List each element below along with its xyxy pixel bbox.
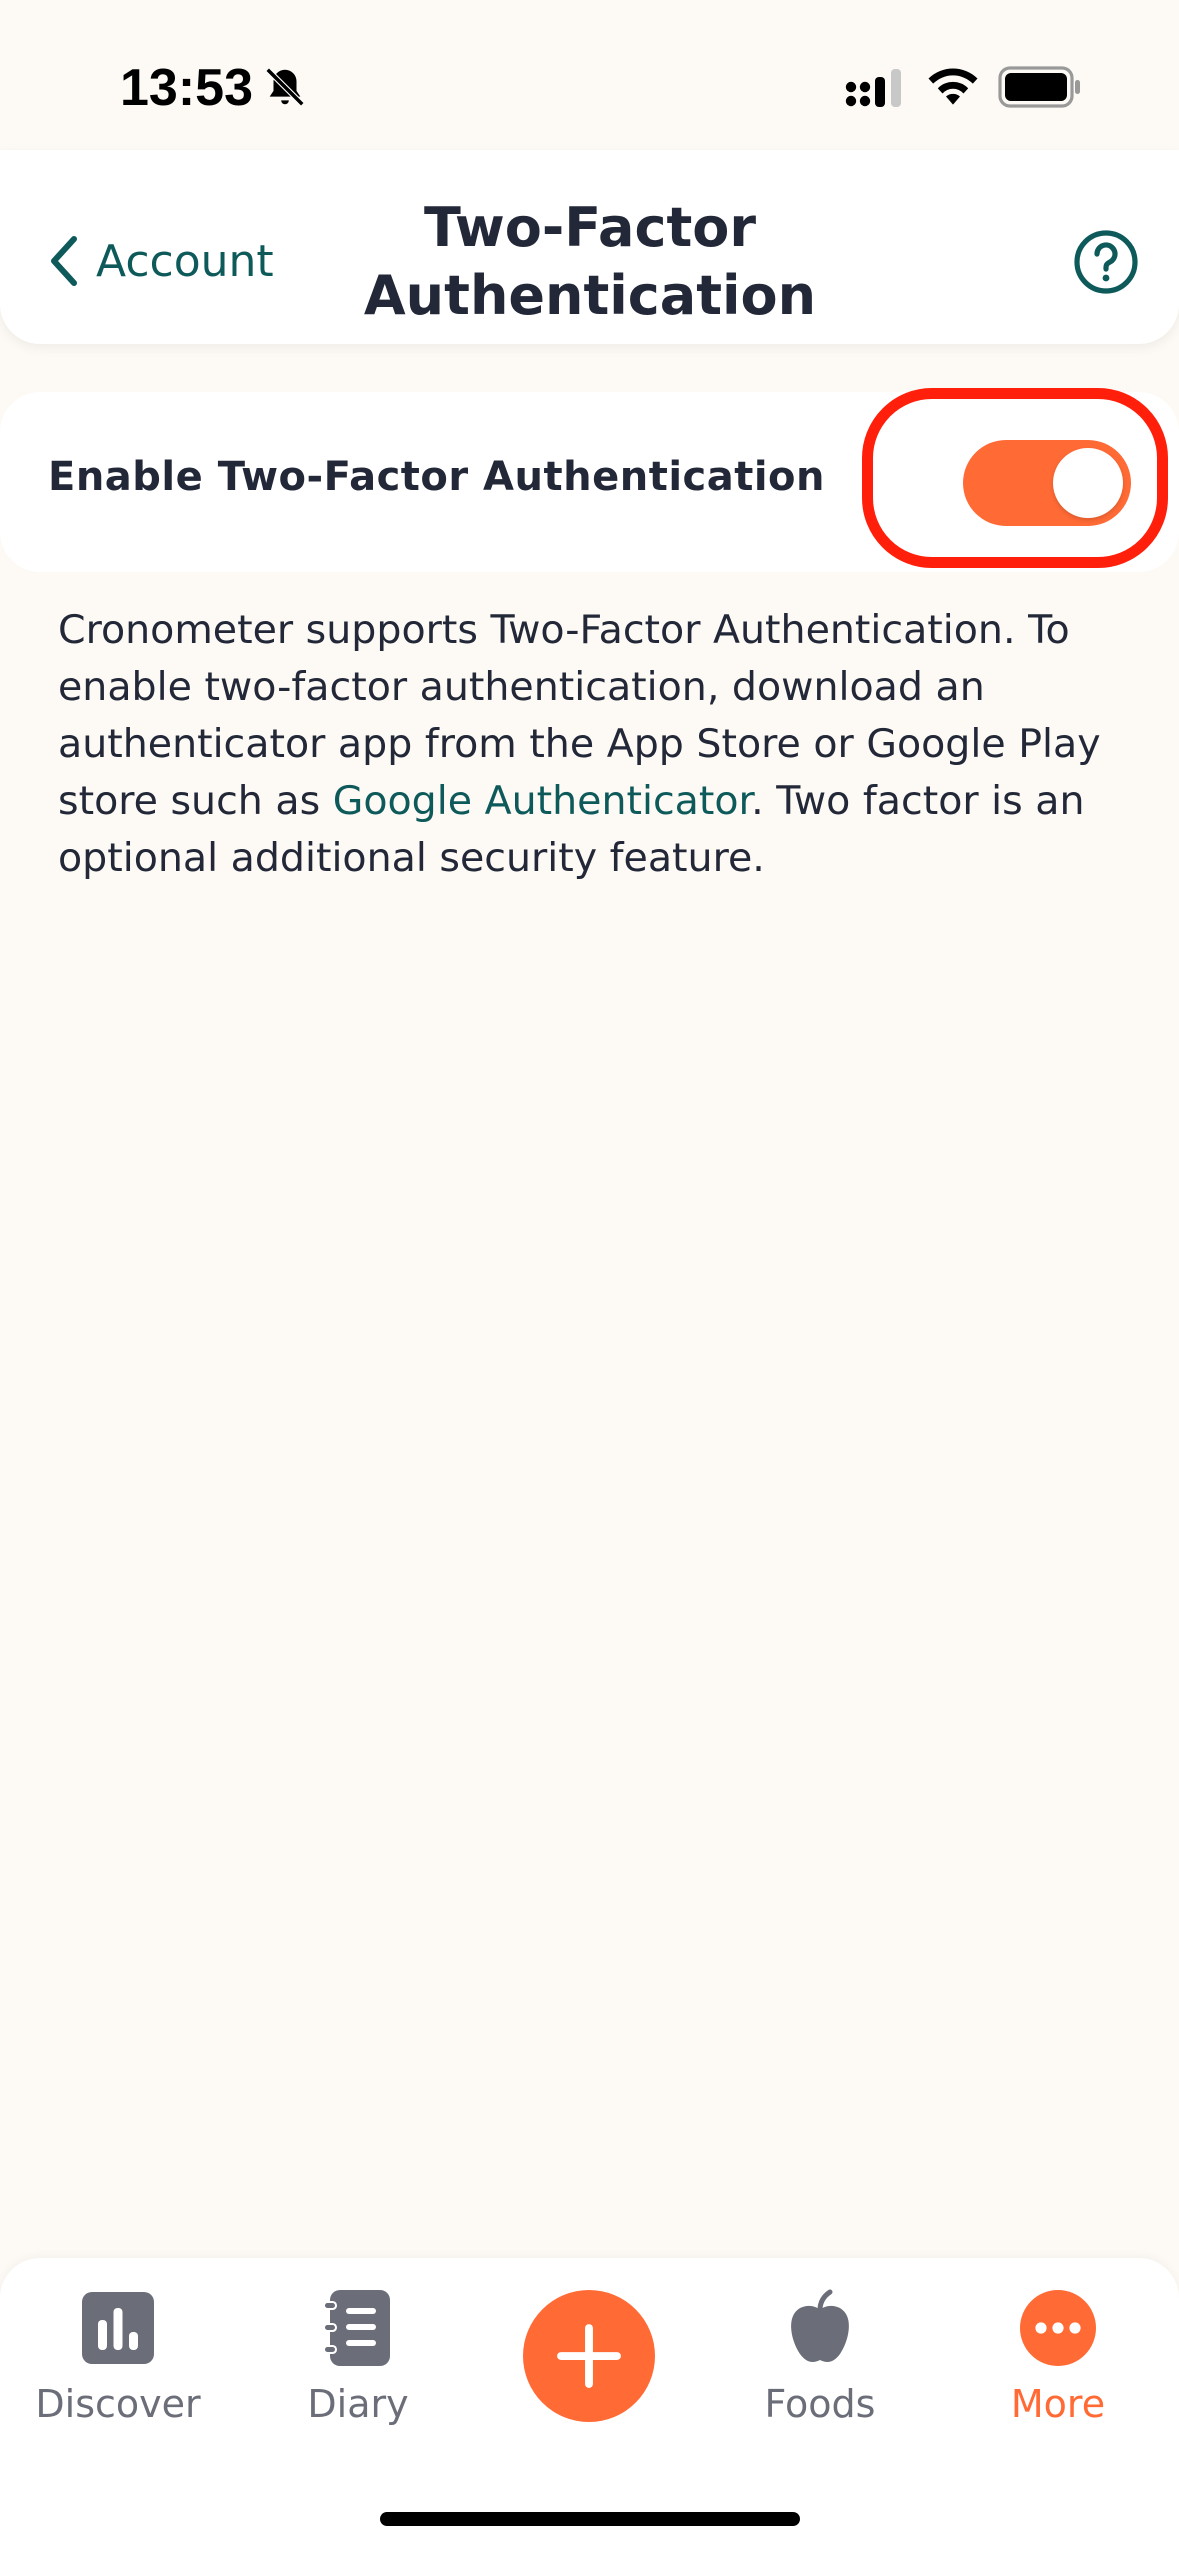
two-factor-setting-row: Enable Two-Factor Authentication bbox=[0, 388, 1179, 572]
question-circle-icon[interactable] bbox=[1072, 228, 1140, 296]
toggle-knob bbox=[1053, 448, 1123, 518]
chevron-left-icon bbox=[51, 236, 77, 286]
nav-more[interactable]: More bbox=[958, 2258, 1158, 2426]
signal-icon bbox=[845, 69, 901, 107]
navigation-header: Account Two-Factor Authentication bbox=[0, 150, 1179, 344]
home-indicator bbox=[380, 2512, 800, 2526]
nav-diary[interactable]: Diary bbox=[258, 2258, 458, 2426]
wifi-icon bbox=[928, 68, 978, 105]
bell-slash-icon bbox=[265, 67, 305, 107]
nav-foods[interactable]: Foods bbox=[720, 2258, 920, 2426]
more-dots-icon bbox=[1020, 2290, 1096, 2366]
back-label: Account bbox=[96, 235, 274, 287]
nav-label-more: More bbox=[1010, 2382, 1106, 2426]
google-authenticator-link[interactable]: Google Authenticator bbox=[333, 778, 751, 824]
nav-label-diary: Diary bbox=[307, 2382, 409, 2426]
apple-icon bbox=[791, 2289, 849, 2362]
status-time: 13:53 bbox=[120, 59, 253, 117]
nav-discover[interactable]: Discover bbox=[18, 2258, 218, 2426]
bar-chart-icon bbox=[82, 2292, 154, 2364]
nav-label-foods: Foods bbox=[764, 2382, 876, 2426]
description-text: Cronometer supports Two-Factor Authentic… bbox=[58, 602, 1138, 887]
battery-icon bbox=[998, 66, 1080, 108]
add-button[interactable] bbox=[523, 2290, 655, 2422]
nav-label-discover: Discover bbox=[35, 2382, 201, 2426]
page-title: Two-Factor Authentication bbox=[363, 196, 817, 327]
two-factor-toggle[interactable] bbox=[963, 440, 1131, 526]
setting-label: Enable Two-Factor Authentication bbox=[48, 454, 826, 500]
plus-icon bbox=[557, 2324, 621, 2388]
back-button[interactable]: Account bbox=[44, 226, 274, 296]
notebook-icon bbox=[323, 2290, 390, 2366]
status-bar: 13:53 bbox=[0, 0, 1179, 150]
